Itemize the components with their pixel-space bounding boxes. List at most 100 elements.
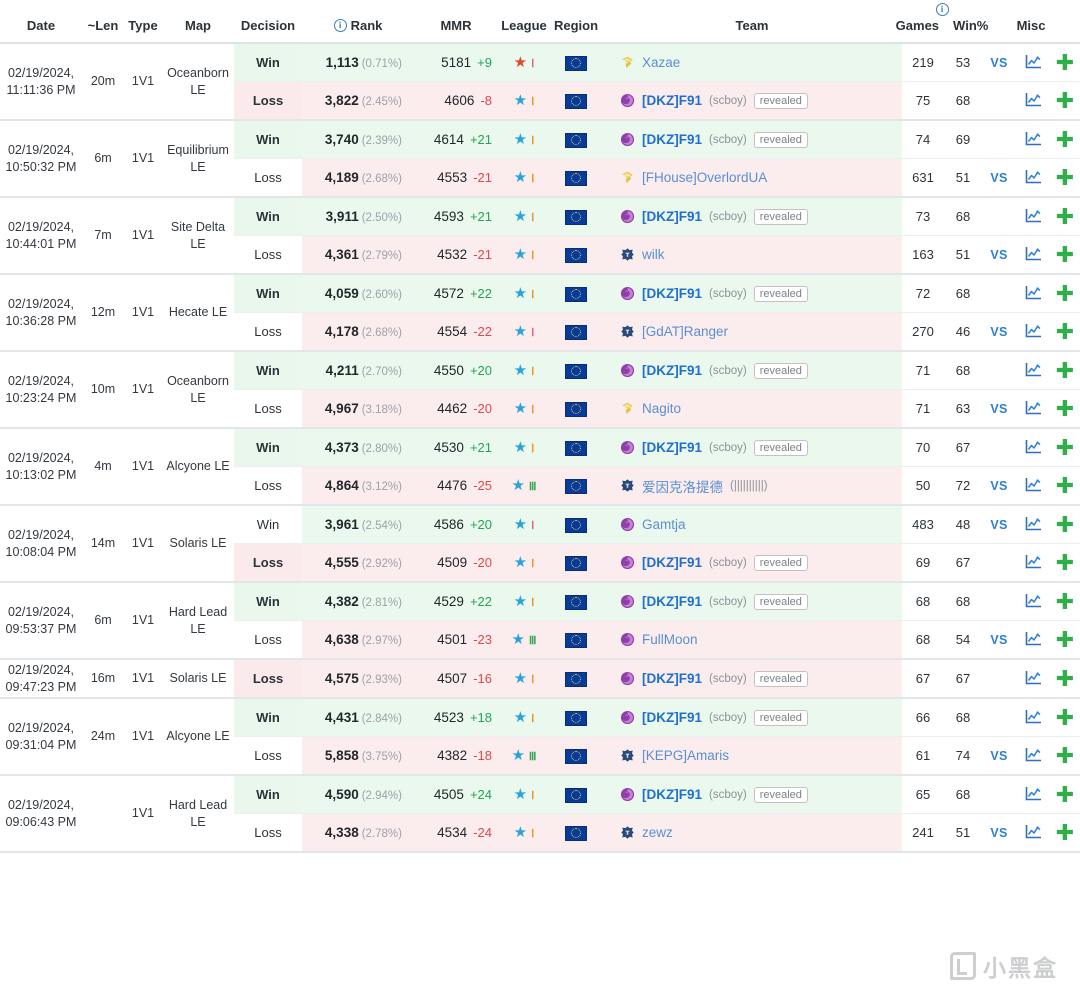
player-name-link[interactable]: [KEPG]Amaris: [642, 748, 729, 763]
line-chart-icon[interactable]: [1025, 709, 1042, 724]
add-cell[interactable]: ✚: [1050, 120, 1080, 159]
player-name-link[interactable]: [GdAT]Ranger: [642, 324, 728, 339]
vs-cell[interactable]: VS: [982, 235, 1016, 274]
player-name-link[interactable]: 爱因克洛提德: [642, 476, 723, 496]
column-header-date[interactable]: Date: [0, 0, 82, 44]
add-icon[interactable]: ✚: [1056, 204, 1074, 229]
add-cell[interactable]: ✚: [1050, 351, 1080, 390]
vs-link[interactable]: VS: [990, 749, 1007, 763]
table-row[interactable]: 02/19/2024, 10:23:24 PM 10m 1V1 Oceanborn L…: [0, 351, 1080, 429]
table-row[interactable]: 02/19/2024, 10:44:01 PM 7m 1V1 Site Delta L…: [0, 197, 1080, 275]
column-header-region[interactable]: Region: [550, 0, 602, 44]
vs-cell[interactable]: VS: [982, 505, 1016, 544]
player-name-link[interactable]: zewz: [642, 825, 673, 840]
chart-cell[interactable]: [1016, 736, 1050, 775]
player-name-link[interactable]: Nagito: [642, 401, 681, 416]
player-name-link[interactable]: [DKZ]F91: [642, 440, 702, 455]
info-icon[interactable]: i: [333, 19, 347, 32]
line-chart-icon[interactable]: [1025, 169, 1042, 184]
player-name-link[interactable]: [FHouse]OverlordUA: [642, 170, 767, 185]
chart-cell[interactable]: [1016, 351, 1050, 390]
line-chart-icon[interactable]: [1025, 824, 1042, 839]
column-header-rank[interactable]: i Rank: [302, 0, 414, 44]
vs-link[interactable]: VS: [990, 633, 1007, 647]
chart-cell[interactable]: [1016, 43, 1050, 82]
add-cell[interactable]: ✚: [1050, 389, 1080, 428]
add-cell[interactable]: ✚: [1050, 43, 1080, 82]
add-icon[interactable]: ✚: [1056, 435, 1074, 460]
column-header-map[interactable]: Map: [162, 0, 234, 44]
add-cell[interactable]: ✚: [1050, 81, 1080, 120]
column-header-games-winpct[interactable]: i Games Win%: [896, 0, 988, 44]
chart-cell[interactable]: [1016, 620, 1050, 659]
table-row[interactable]: 02/19/2024, 10:08:04 PM 14m 1V1 Solaris LE W…: [0, 505, 1080, 583]
vs-cell[interactable]: VS: [982, 43, 1016, 82]
add-icon[interactable]: ✚: [1056, 627, 1074, 652]
add-cell[interactable]: ✚: [1050, 543, 1080, 582]
add-icon[interactable]: ✚: [1056, 165, 1074, 190]
vs-link[interactable]: VS: [990, 325, 1007, 339]
column-header-team[interactable]: Team: [602, 0, 902, 44]
player-name-link[interactable]: Xazae: [642, 55, 680, 70]
line-chart-icon[interactable]: [1025, 131, 1042, 146]
add-cell[interactable]: ✚: [1050, 659, 1080, 698]
add-icon[interactable]: ✚: [1056, 589, 1074, 614]
vs-cell[interactable]: VS: [982, 389, 1016, 428]
line-chart-icon[interactable]: [1025, 246, 1042, 261]
line-chart-icon[interactable]: [1025, 208, 1042, 223]
vs-link[interactable]: VS: [990, 56, 1007, 70]
line-chart-icon[interactable]: [1025, 670, 1042, 685]
player-name-link[interactable]: FullMoon: [642, 632, 698, 647]
add-icon[interactable]: ✚: [1056, 743, 1074, 768]
column-header-decision[interactable]: Decision: [234, 0, 302, 44]
player-name-link[interactable]: [DKZ]F91: [642, 363, 702, 378]
add-cell[interactable]: ✚: [1050, 698, 1080, 737]
line-chart-icon[interactable]: [1025, 400, 1042, 415]
add-icon[interactable]: ✚: [1056, 358, 1074, 383]
add-cell[interactable]: ✚: [1050, 197, 1080, 236]
table-row[interactable]: 02/19/2024, 09:53:37 PM 6m 1V1 Hard Lead LE…: [0, 582, 1080, 660]
chart-cell[interactable]: [1016, 197, 1050, 236]
add-icon[interactable]: ✚: [1056, 820, 1074, 845]
add-icon[interactable]: ✚: [1056, 512, 1074, 537]
add-icon[interactable]: ✚: [1056, 666, 1074, 691]
player-name-link[interactable]: [DKZ]F91: [642, 594, 702, 609]
line-chart-icon[interactable]: [1025, 786, 1042, 801]
add-cell[interactable]: ✚: [1050, 428, 1080, 467]
vs-link[interactable]: VS: [990, 826, 1007, 840]
chart-cell[interactable]: [1016, 235, 1050, 274]
line-chart-icon[interactable]: [1025, 92, 1042, 107]
chart-cell[interactable]: [1016, 543, 1050, 582]
line-chart-icon[interactable]: [1025, 593, 1042, 608]
vs-link[interactable]: VS: [990, 402, 1007, 416]
vs-cell[interactable]: VS: [982, 158, 1016, 197]
player-name-link[interactable]: [DKZ]F91: [642, 209, 702, 224]
vs-cell[interactable]: VS: [982, 620, 1016, 659]
line-chart-icon[interactable]: [1025, 285, 1042, 300]
column-header-mmr[interactable]: MMR: [414, 0, 498, 44]
vs-cell[interactable]: VS: [982, 312, 1016, 351]
add-icon[interactable]: ✚: [1056, 473, 1074, 498]
add-icon[interactable]: ✚: [1056, 319, 1074, 344]
vs-link[interactable]: VS: [990, 248, 1007, 262]
player-name-link[interactable]: Gamtja: [642, 517, 686, 532]
add-cell[interactable]: ✚: [1050, 235, 1080, 274]
line-chart-icon[interactable]: [1025, 54, 1042, 69]
vs-cell[interactable]: VS: [982, 466, 1016, 505]
vs-link[interactable]: VS: [990, 518, 1007, 532]
add-icon[interactable]: ✚: [1056, 127, 1074, 152]
table-row[interactable]: 02/19/2024, 10:13:02 PM 4m 1V1 Alcyone LE Wi…: [0, 428, 1080, 506]
player-name-link[interactable]: [DKZ]F91: [642, 555, 702, 570]
line-chart-icon[interactable]: [1025, 362, 1042, 377]
table-row[interactable]: 02/19/2024, 09:31:04 PM 24m 1V1 Alcyone LE W…: [0, 698, 1080, 776]
add-cell[interactable]: ✚: [1050, 158, 1080, 197]
line-chart-icon[interactable]: [1025, 516, 1042, 531]
vs-link[interactable]: VS: [990, 171, 1007, 185]
player-name-link[interactable]: [DKZ]F91: [642, 710, 702, 725]
table-row[interactable]: 02/19/2024, 10:50:32 PM 6m 1V1 Equilibrium …: [0, 120, 1080, 198]
line-chart-icon[interactable]: [1025, 747, 1042, 762]
add-icon[interactable]: ✚: [1056, 550, 1074, 575]
chart-cell[interactable]: [1016, 274, 1050, 313]
add-icon[interactable]: ✚: [1056, 88, 1074, 113]
table-row[interactable]: 02/19/2024, 09:06:43 PM 1V1 Hard Lead LE Wi…: [0, 775, 1080, 853]
